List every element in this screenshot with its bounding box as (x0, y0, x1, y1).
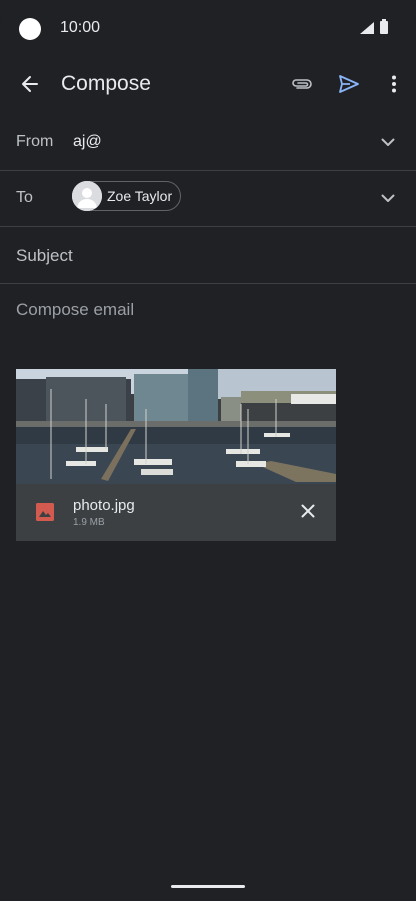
to-expand-button[interactable] (376, 186, 400, 210)
attachment-card[interactable]: photo.jpg 1.9 MB (16, 369, 336, 541)
subject-field[interactable]: Subject (0, 227, 416, 284)
recipient-chip[interactable]: Zoe Taylor (72, 181, 181, 211)
chevron-down-icon (381, 194, 395, 202)
phone-screen: 10:00 Compose From aj@ To Zoe Taylor Sub… (0, 0, 416, 901)
image-file-icon (36, 503, 54, 521)
avatar (72, 181, 102, 211)
back-arrow-icon (22, 76, 38, 92)
back-button[interactable] (12, 66, 48, 102)
from-label: From (16, 133, 54, 150)
chevron-down-icon (381, 138, 395, 146)
camera-cutout (19, 18, 41, 40)
attachment-thumbnail (16, 369, 336, 484)
status-bar: 10:00 (0, 0, 416, 58)
page-title: Compose (61, 72, 151, 95)
person-icon (72, 181, 102, 211)
close-icon (301, 504, 315, 518)
attachment-filesize: 1.9 MB (73, 517, 105, 528)
attachment-filename: photo.jpg (73, 497, 135, 514)
recipient-name: Zoe Taylor (107, 188, 173, 204)
signal-icon (360, 22, 374, 34)
remove-attachment-button[interactable] (296, 499, 320, 523)
attachment-info: photo.jpg 1.9 MB (16, 484, 336, 541)
more-options-button[interactable] (378, 66, 410, 102)
paperclip-icon (292, 79, 312, 89)
compose-body-field[interactable]: Compose email (16, 300, 134, 320)
battery-icon (380, 19, 388, 34)
attach-button[interactable] (284, 66, 320, 102)
more-vert-icon (392, 75, 396, 93)
from-value[interactable]: aj@ (73, 133, 102, 151)
status-time: 10:00 (60, 19, 101, 36)
app-bar: Compose (0, 58, 416, 114)
send-icon (339, 75, 359, 93)
to-row[interactable]: To Zoe Taylor (0, 170, 416, 227)
from-row[interactable]: From aj@ (0, 114, 416, 171)
subject-placeholder: Subject (16, 246, 73, 265)
to-label: To (16, 189, 33, 206)
from-dropdown[interactable] (376, 130, 400, 154)
gesture-nav-handle[interactable] (171, 885, 245, 888)
send-button[interactable] (331, 66, 367, 102)
